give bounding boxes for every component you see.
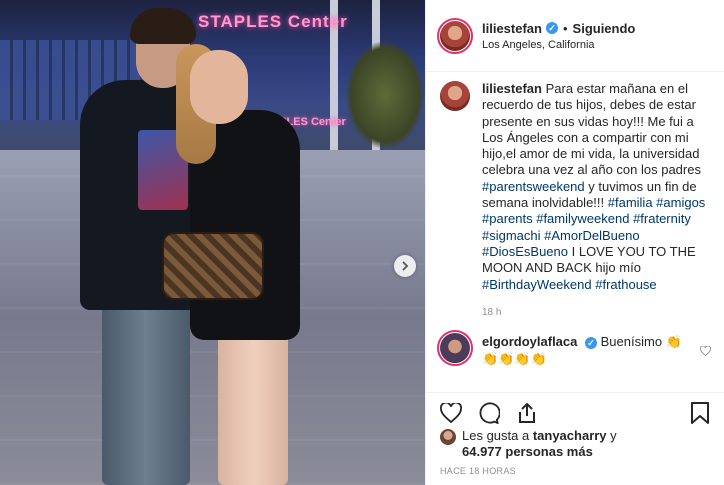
instagram-post: STAPLES Center STAPLES Center liliestefa… (0, 0, 724, 485)
separator: • (562, 20, 568, 36)
hashtag[interactable]: #parents (482, 211, 533, 226)
post-timestamp[interactable]: HACE 18 HORAS (440, 466, 516, 476)
post-side-panel: liliestefan ✓ • Siguiendo Los Angeles, C… (425, 0, 724, 485)
follow-button[interactable]: Siguiendo (573, 21, 636, 36)
mother-head (190, 50, 248, 124)
hashtag[interactable]: #AmorDelBueno (544, 228, 639, 243)
son-legs (102, 300, 190, 485)
header-line: liliestefan ✓ • Siguiendo (482, 21, 635, 36)
hashtag[interactable]: #familyweekend (536, 211, 629, 226)
header-text: liliestefan ✓ • Siguiendo Los Angeles, C… (482, 21, 635, 51)
caption-username[interactable]: liliestefan (482, 81, 542, 96)
location-link[interactable]: Los Angeles, California (482, 39, 635, 51)
arena-sign: STAPLES Center (198, 12, 348, 31)
caption: liliestefan Para estar mañana en el recu… (440, 81, 711, 321)
comment: elgordoylaflaca ✓ Buenísimo 👏 👏👏👏👏 (437, 330, 711, 367)
hashtag[interactable]: #frathouse (595, 277, 656, 292)
share-icon[interactable] (514, 400, 540, 426)
mother-legs (218, 330, 288, 485)
comment-text: 👏👏👏👏 (482, 351, 547, 367)
likes-mid: y (606, 428, 617, 443)
post-photo[interactable]: STAPLES Center STAPLES Center (0, 0, 425, 485)
hashtag[interactable]: #familia (608, 195, 653, 210)
likes-summary: Les gusta a tanyacharry y 64.977 persona… (440, 428, 715, 460)
avatar[interactable] (440, 81, 470, 111)
liker-username[interactable]: tanyacharry (533, 428, 607, 443)
tree (345, 40, 425, 150)
author-username[interactable]: liliestefan (482, 21, 542, 36)
likes-count[interactable]: 64.977 personas más (462, 444, 593, 459)
avatar[interactable] (437, 330, 473, 367)
bookmark-icon[interactable] (687, 400, 713, 426)
verified-icon: ✓ (545, 22, 558, 34)
caption-time[interactable]: 18 h (482, 305, 708, 321)
verified-icon: ✓ (585, 337, 597, 350)
hashtag[interactable]: #amigos (656, 195, 705, 210)
comment-username[interactable]: elgordoylaflaca (482, 334, 577, 349)
hashtag[interactable]: #parentsweekend (482, 179, 585, 194)
chevron-right-icon[interactable] (394, 255, 416, 277)
likes-prefix: Les gusta a (462, 428, 533, 443)
comment-icon[interactable] (476, 400, 502, 426)
caption-body: liliestefan Para estar mañana en el recu… (482, 81, 708, 321)
comments-section: liliestefan Para estar mañana en el recu… (426, 73, 724, 391)
hashtag[interactable]: #BirthdayWeekend (482, 277, 592, 292)
heart-icon[interactable] (700, 343, 711, 361)
hashtag[interactable]: #DiosEsBueno (482, 244, 568, 259)
comment-body: elgordoylaflaca ✓ Buenísimo 👏 👏👏👏👏 (482, 333, 692, 367)
son-hair (130, 8, 196, 44)
hashtag[interactable]: #fraternity (633, 211, 691, 226)
avatar[interactable] (437, 17, 473, 54)
handbag (162, 232, 264, 300)
likes-text: Les gusta a tanyacharry y 64.977 persona… (462, 428, 617, 460)
post-header: liliestefan ✓ • Siguiendo Los Angeles, C… (426, 0, 724, 72)
heart-icon[interactable] (438, 400, 464, 426)
avatar[interactable] (440, 429, 456, 445)
action-bar (426, 392, 724, 432)
comment-text: Buenísimo 👏 (600, 334, 682, 350)
hashtag[interactable]: #sigmachi (482, 228, 541, 243)
